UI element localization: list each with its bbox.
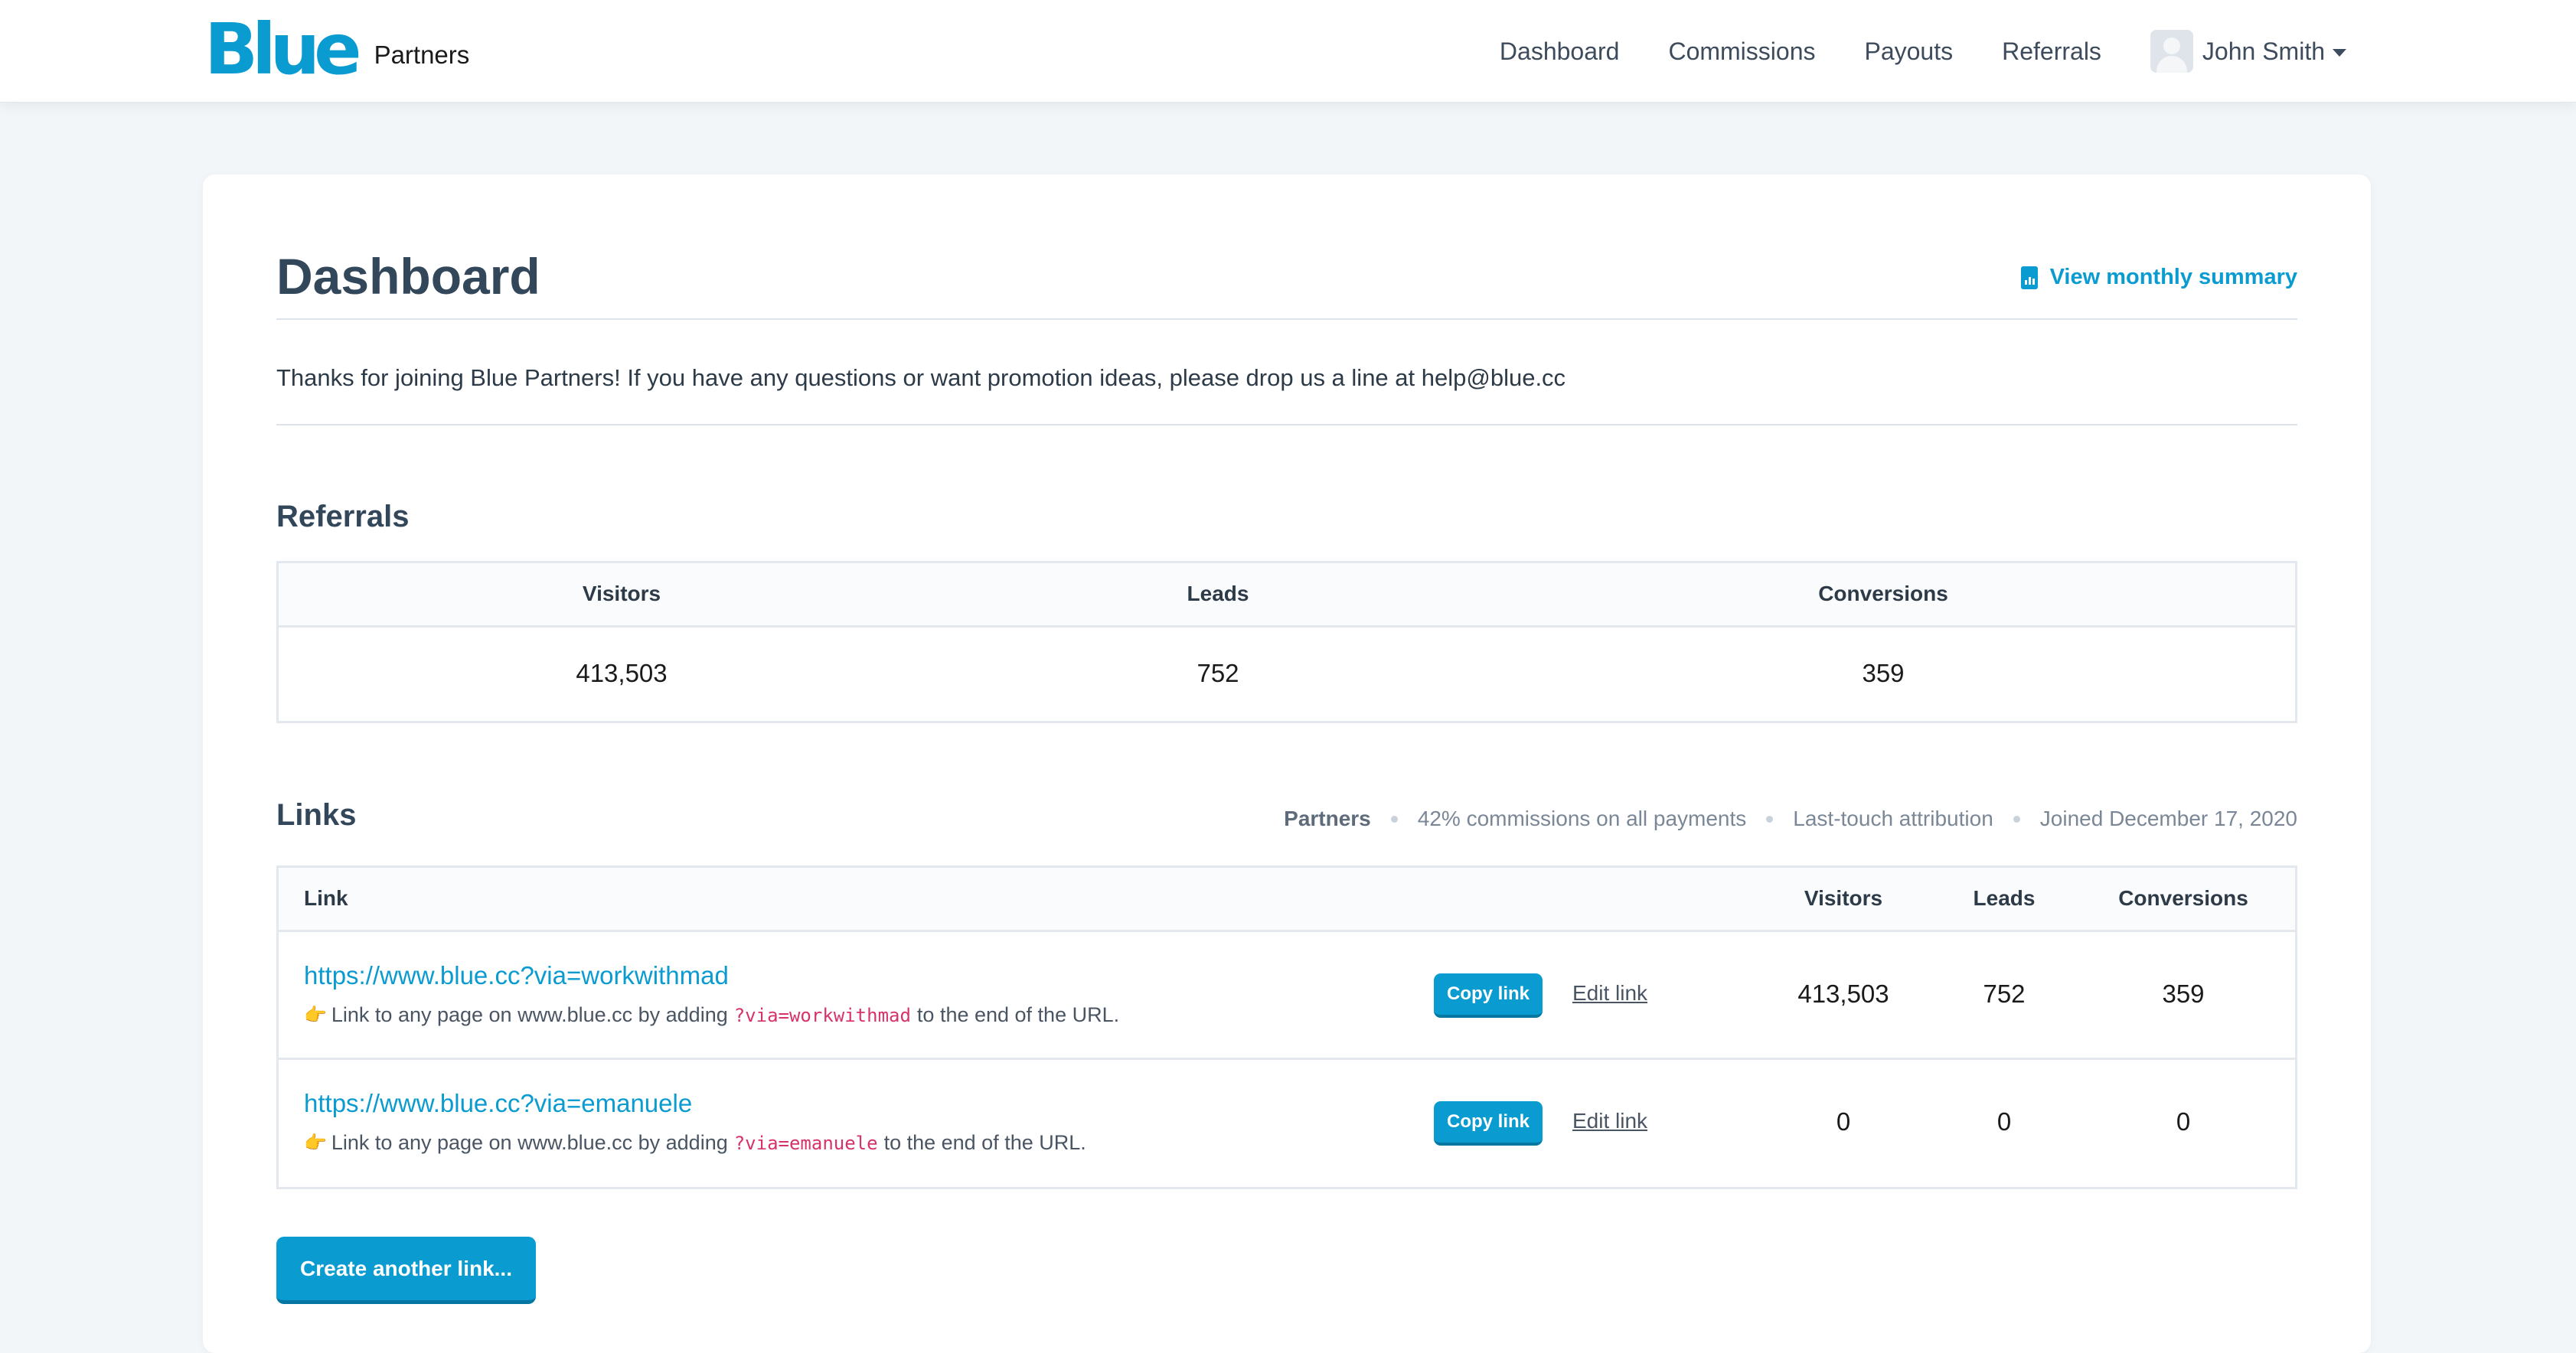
intro-text: Thanks for joining Blue Partners! If you…: [276, 364, 1566, 391]
user-name: John Smith: [2202, 37, 2325, 65]
links-header-leads: Leads: [1973, 886, 2036, 910]
nav-payouts[interactable]: Payouts: [1864, 37, 1953, 66]
table-row: https://www.blue.cc?via=workwithmad 👉 Li…: [279, 932, 2295, 1060]
referrals-conversions-value: 359: [1862, 659, 1905, 687]
commission-rate: 42% commissions on all payments: [1417, 807, 1747, 830]
divider: [276, 424, 2297, 425]
referrals-header-leads: Leads: [1187, 582, 1249, 605]
referral-link-url[interactable]: https://www.blue.cc?via=workwithmad: [304, 961, 729, 990]
brand-subtitle: Partners: [374, 41, 470, 69]
link-hint: 👉 Link to any page on www.blue.cc by add…: [304, 1131, 1086, 1155]
hint-prefix: Link to any page on www.blue.cc by addin…: [331, 1131, 728, 1154]
referrals-title: Referrals: [276, 500, 410, 533]
separator-dot: [1390, 815, 1398, 823]
nav-commissions[interactable]: Commissions: [1668, 37, 1815, 66]
link-visitors-value: 0: [1836, 1107, 1851, 1136]
links-title: Links: [276, 798, 357, 832]
hint-suffix: to the end of the URL.: [883, 1131, 1086, 1154]
link-conversions-value: 359: [2162, 980, 2205, 1008]
table-row: https://www.blue.cc?via=emanuele 👉 Link …: [279, 1060, 2295, 1188]
program-name: Partners: [1284, 807, 1371, 830]
create-another-link-button[interactable]: Create another link...: [276, 1237, 536, 1304]
dashboard-card: Dashboard View monthly summary Thanks fo…: [203, 174, 2371, 1353]
program-meta: Partners 42% commissions on all payments…: [1284, 807, 2297, 831]
brand-logo[interactable]: Blue Partners: [204, 8, 470, 90]
nav-menu: Dashboard Commissions Payouts Referrals …: [1451, 0, 2346, 103]
document-chart-icon: [2020, 266, 2038, 289]
copy-link-button[interactable]: Copy link: [1434, 1101, 1543, 1146]
link-hint: 👉 Link to any page on www.blue.cc by add…: [304, 1003, 1119, 1027]
via-code: ?via=workwithmad: [733, 1004, 911, 1026]
referrals-header-visitors: Visitors: [582, 582, 661, 605]
links-header-link: Link: [304, 886, 348, 910]
pointing-hand-icon: 👉: [304, 1005, 327, 1025]
pointing-hand-icon: 👉: [304, 1133, 327, 1153]
separator-dot: [2013, 815, 2020, 823]
user-avatar-icon: [2150, 30, 2193, 73]
link-conversions-value: 0: [2176, 1107, 2191, 1136]
referrals-table: Visitors Leads Conversions 413,503 752 3…: [276, 561, 2297, 723]
links-header-conversions: Conversions: [2118, 886, 2248, 910]
brand-name: Blue: [204, 8, 362, 90]
referral-link-url[interactable]: https://www.blue.cc?via=emanuele: [304, 1089, 692, 1118]
edit-link[interactable]: Edit link: [1572, 1109, 1647, 1133]
link-leads-value: 752: [1983, 980, 2026, 1008]
link-leads-value: 0: [1996, 1107, 2012, 1136]
page-title: Dashboard: [276, 248, 540, 305]
referrals-leads-value: 752: [1197, 659, 1239, 687]
user-menu[interactable]: John Smith: [2150, 30, 2346, 73]
view-monthly-summary-link[interactable]: View monthly summary: [2020, 265, 2297, 290]
edit-link[interactable]: Edit link: [1572, 981, 1647, 1006]
separator-dot: [1766, 815, 1774, 823]
links-table-header: Link Visitors Leads Conversions: [279, 868, 2295, 932]
via-code: ?via=emanuele: [733, 1132, 878, 1154]
hint-suffix: to the end of the URL.: [916, 1003, 1120, 1026]
link-visitors-value: 413,503: [1797, 980, 1889, 1008]
referrals-header-conversions: Conversions: [1818, 582, 1948, 605]
nav-dashboard[interactable]: Dashboard: [1500, 37, 1620, 66]
nav-referrals[interactable]: Referrals: [2002, 37, 2101, 66]
attribution-model: Last-touch attribution: [1793, 807, 1993, 830]
links-table: Link Visitors Leads Conversions https://…: [276, 866, 2297, 1189]
links-header-visitors: Visitors: [1804, 886, 1883, 910]
joined-date: Joined December 17, 2020: [2039, 807, 2297, 830]
caret-down-icon: [2333, 49, 2346, 57]
referrals-table-header: Visitors Leads Conversions: [279, 563, 2295, 628]
referrals-visitors-value: 413,503: [576, 659, 668, 687]
divider: [276, 318, 2297, 320]
summary-link-label: View monthly summary: [2049, 265, 2297, 289]
copy-link-button[interactable]: Copy link: [1434, 973, 1543, 1018]
top-navbar: Blue Partners Dashboard Commissions Payo…: [0, 0, 2576, 103]
hint-prefix: Link to any page on www.blue.cc by addin…: [331, 1003, 728, 1026]
